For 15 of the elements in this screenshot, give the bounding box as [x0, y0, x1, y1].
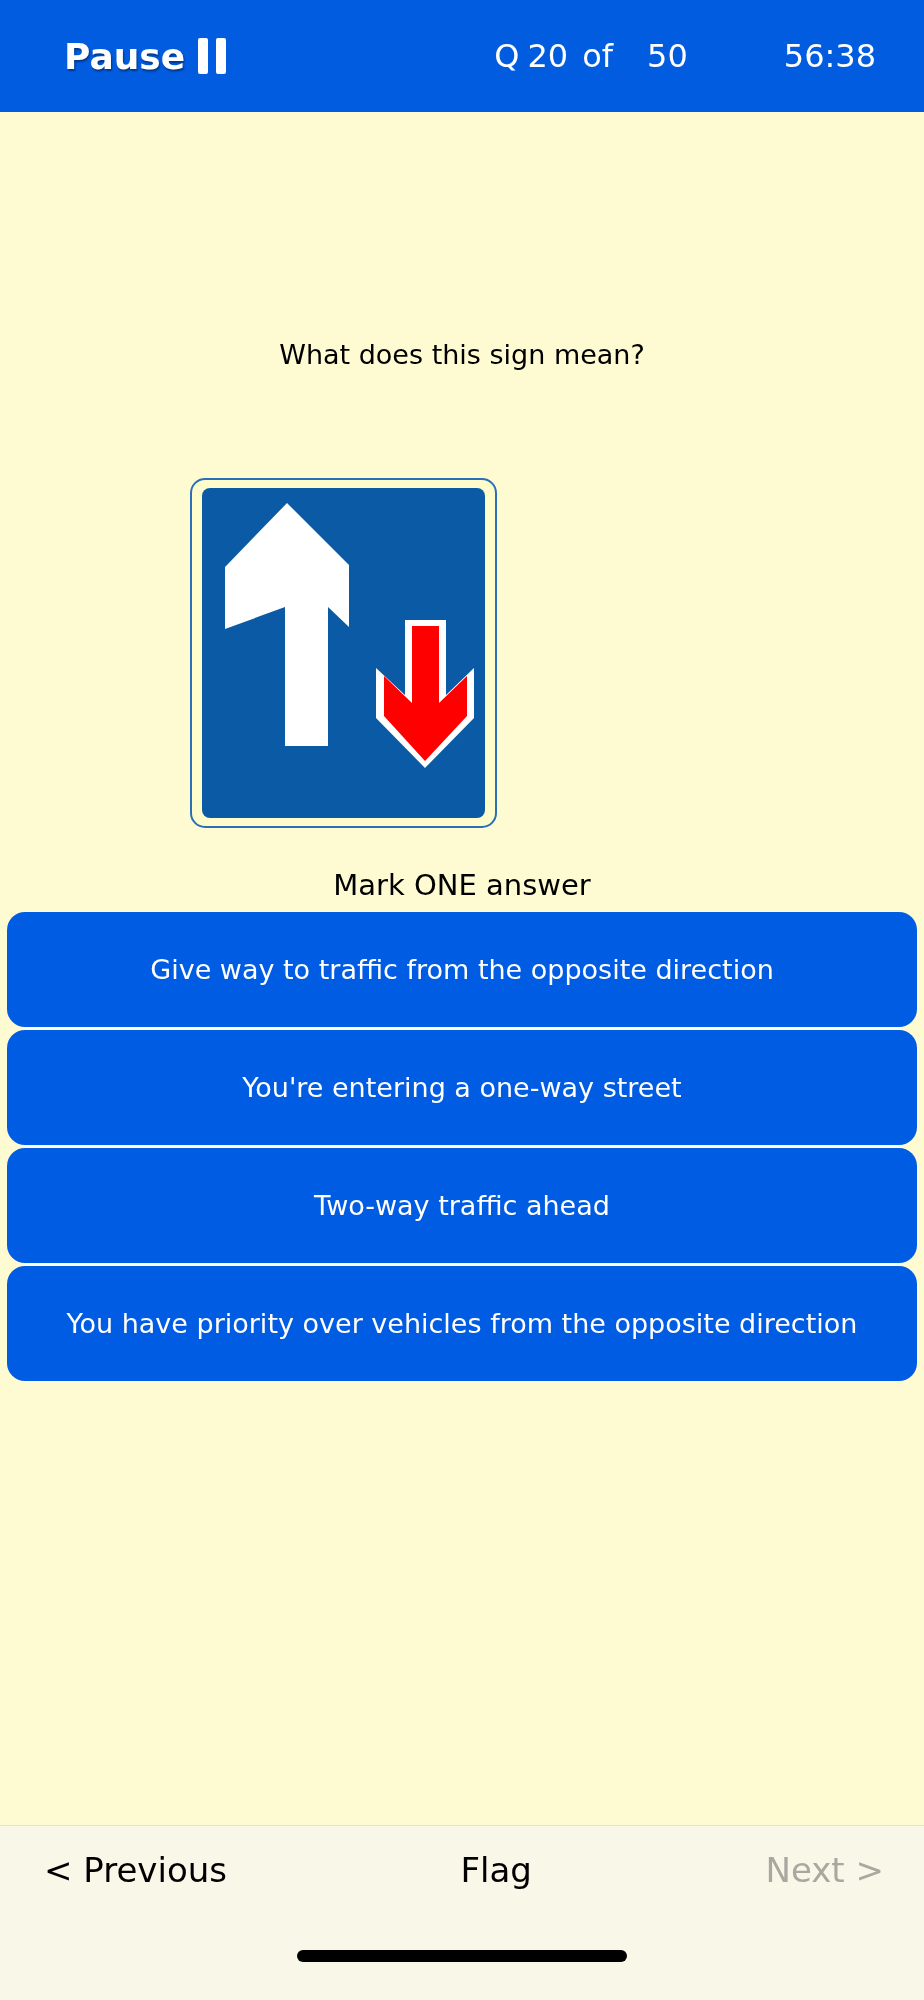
of-label: of — [582, 37, 614, 75]
answer-button[interactable]: You have priority over vehicles from the opposite direction — [7, 1266, 917, 1381]
pause-button[interactable]: Pause — [64, 35, 228, 77]
question-total: 50 — [647, 37, 688, 75]
instruction-text: Mark ONE answer — [332, 868, 592, 902]
answer-button[interactable]: Give way to traffic from the opposite direction — [7, 912, 917, 1027]
question-prefix: Q — [494, 37, 520, 75]
timer: 56:38 — [783, 37, 876, 75]
flag-button[interactable]: Flag — [460, 1850, 532, 1890]
pause-icon — [197, 38, 228, 74]
answer-button[interactable]: Two-way traffic ahead — [7, 1148, 917, 1263]
answer-button[interactable]: You're entering a one-way street — [7, 1030, 917, 1145]
question-number: 20 — [527, 37, 569, 75]
question-text: What does this sign mean? — [278, 338, 646, 370]
previous-button[interactable]: < Previous — [44, 1850, 227, 1890]
